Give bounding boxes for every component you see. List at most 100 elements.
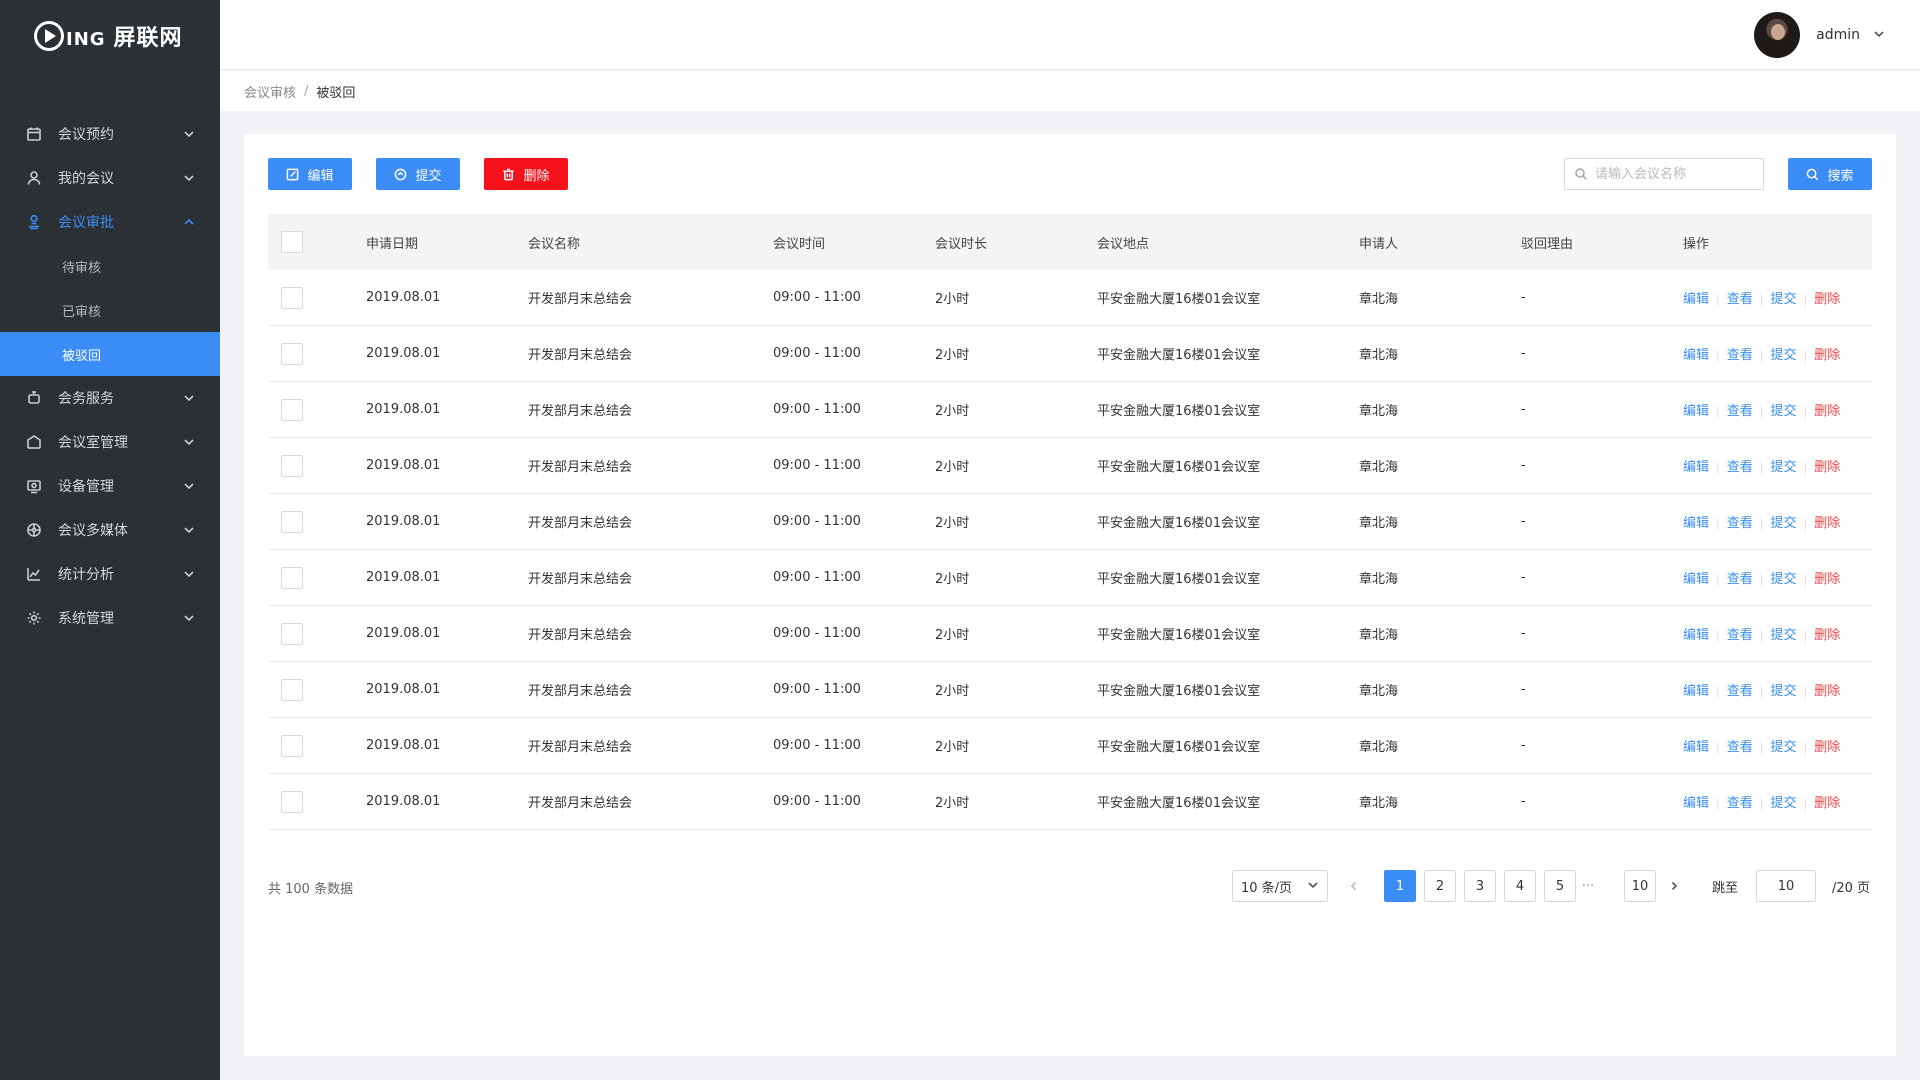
sidebar-item-1[interactable]: 我的会议 (0, 156, 220, 200)
cell-reason: - (1521, 626, 1526, 641)
row-view-link[interactable]: 查看 (1727, 572, 1753, 587)
row-checkbox[interactable] (281, 286, 303, 309)
page-button-3[interactable]: 3 (1464, 870, 1496, 902)
row-edit-link[interactable]: 编辑 (1683, 516, 1709, 531)
page-button-5[interactable]: 5 (1544, 870, 1576, 902)
search-button[interactable]: 搜索 (1788, 158, 1872, 190)
page-ellipsis[interactable]: ··· (1578, 870, 1598, 902)
cell-reason: - (1521, 570, 1526, 585)
chevron-down-icon[interactable] (1874, 27, 1884, 43)
row-view-link[interactable]: 查看 (1727, 460, 1753, 475)
row-submit-link[interactable]: 提交 (1770, 684, 1796, 699)
row-edit-link[interactable]: 编辑 (1683, 684, 1709, 699)
row-checkbox[interactable] (281, 790, 303, 813)
cell-duration: 2小时 (935, 684, 970, 699)
row-edit-link[interactable]: 编辑 (1683, 348, 1709, 363)
select-all-checkbox[interactable] (281, 231, 303, 253)
search-input[interactable] (1595, 166, 1755, 182)
row-checkbox[interactable] (281, 342, 303, 365)
sidebar-item-8[interactable]: 系统管理 (0, 596, 220, 640)
row-submit-link[interactable]: 提交 (1770, 796, 1796, 811)
row-edit-link[interactable]: 编辑 (1683, 740, 1709, 755)
row-view-link[interactable]: 查看 (1727, 404, 1753, 419)
cell-date: 2019.08.01 (366, 738, 441, 753)
page-last-button[interactable]: 10 (1624, 870, 1656, 902)
row-delete-link[interactable]: 删除 (1814, 684, 1840, 699)
logo-small-text: ING (66, 29, 106, 50)
sidebar-item-0[interactable]: 会议预约 (0, 112, 220, 156)
delete-button[interactable]: 删除 (484, 158, 568, 190)
header-applicant: 申请人 (1359, 236, 1399, 252)
sidebar-subitem-0[interactable]: 待审核 (0, 244, 220, 288)
sidebar-item-4[interactable]: 会议室管理 (0, 420, 220, 464)
row-submit-link[interactable]: 提交 (1770, 404, 1796, 419)
page-size-select[interactable]: 10 条/页 (1232, 870, 1328, 902)
calendar-icon (26, 126, 42, 142)
row-edit-link[interactable]: 编辑 (1683, 460, 1709, 475)
row-submit-link[interactable]: 提交 (1770, 628, 1796, 643)
row-delete-link[interactable]: 删除 (1814, 348, 1840, 363)
prev-page-button[interactable] (1342, 870, 1366, 902)
row-delete-link[interactable]: 删除 (1814, 796, 1840, 811)
row-submit-link[interactable]: 提交 (1770, 740, 1796, 755)
sidebar-item-5[interactable]: 设备管理 (0, 464, 220, 508)
row-delete-link[interactable]: 删除 (1814, 292, 1840, 307)
table-row: 2019.08.01 开发部月末总结会 09:00 - 11:00 2小时 平安金融大厦… (268, 718, 1872, 774)
row-checkbox[interactable] (281, 678, 303, 701)
row-submit-link[interactable]: 提交 (1770, 572, 1796, 587)
row-delete-link[interactable]: 删除 (1814, 404, 1840, 419)
row-delete-link[interactable]: 删除 (1814, 628, 1840, 643)
row-edit-link[interactable]: 编辑 (1683, 404, 1709, 419)
table-row: 2019.08.01 开发部月末总结会 09:00 - 11:00 2小时 平安金融大厦… (268, 606, 1872, 662)
row-edit-link[interactable]: 编辑 (1683, 292, 1709, 307)
row-checkbox[interactable] (281, 510, 303, 533)
row-delete-link[interactable]: 删除 (1814, 460, 1840, 475)
row-edit-link[interactable]: 编辑 (1683, 796, 1709, 811)
sidebar-item-3[interactable]: 会务服务 (0, 376, 220, 420)
page-button-4[interactable]: 4 (1504, 870, 1536, 902)
sidebar-item-6[interactable]: 会议多媒体 (0, 508, 220, 552)
cell-date: 2019.08.01 (366, 458, 441, 473)
edit-button[interactable]: 编辑 (268, 158, 352, 190)
jump-page-input[interactable] (1756, 870, 1816, 902)
row-view-link[interactable]: 查看 (1727, 628, 1753, 643)
op-separator: | (1759, 629, 1764, 642)
row-checkbox[interactable] (281, 734, 303, 757)
row-submit-link[interactable]: 提交 (1770, 460, 1796, 475)
trash-icon (503, 168, 515, 180)
row-submit-link[interactable]: 提交 (1770, 516, 1796, 531)
row-submit-link[interactable]: 提交 (1770, 292, 1796, 307)
row-checkbox[interactable] (281, 454, 303, 477)
user-menu[interactable]: admin (1754, 12, 1884, 58)
row-edit-link[interactable]: 编辑 (1683, 572, 1709, 587)
row-view-link[interactable]: 查看 (1727, 292, 1753, 307)
submit-button[interactable]: 提交 (376, 158, 460, 190)
sidebar-item-7[interactable]: 统计分析 (0, 552, 220, 596)
page-button-1[interactable]: 1 (1384, 870, 1416, 902)
row-delete-link[interactable]: 删除 (1814, 516, 1840, 531)
page-button-2[interactable]: 2 (1424, 870, 1456, 902)
sidebar-subitem-1[interactable]: 已审核 (0, 288, 220, 332)
avatar[interactable] (1754, 12, 1801, 58)
row-delete-link[interactable]: 删除 (1814, 740, 1840, 755)
chevron-down-icon (184, 437, 194, 447)
row-view-link[interactable]: 查看 (1727, 684, 1753, 699)
row-checkbox[interactable] (281, 566, 303, 589)
sidebar: ING 屏联网 会议预约 我的会议 会议审批 待审核 已审核 被驳回 会务服务 会议室管理 设备管… (0, 0, 220, 1080)
sidebar-subitem-2[interactable]: 被驳回 (0, 332, 220, 376)
sidebar-item-2[interactable]: 会议审批 (0, 200, 220, 244)
row-view-link[interactable]: 查看 (1727, 796, 1753, 811)
row-view-link[interactable]: 查看 (1727, 740, 1753, 755)
chart-icon (26, 566, 42, 582)
chevron-right-icon (1671, 881, 1678, 891)
row-edit-link[interactable]: 编辑 (1683, 628, 1709, 643)
next-page-button[interactable] (1662, 870, 1686, 902)
breadcrumb-parent[interactable]: 会议审核 (244, 82, 296, 101)
row-view-link[interactable]: 查看 (1727, 348, 1753, 363)
row-checkbox[interactable] (281, 398, 303, 421)
row-submit-link[interactable]: 提交 (1770, 348, 1796, 363)
row-view-link[interactable]: 查看 (1727, 516, 1753, 531)
row-delete-link[interactable]: 删除 (1814, 572, 1840, 587)
row-checkbox[interactable] (281, 622, 303, 645)
header-checkbox-cell (268, 231, 366, 253)
